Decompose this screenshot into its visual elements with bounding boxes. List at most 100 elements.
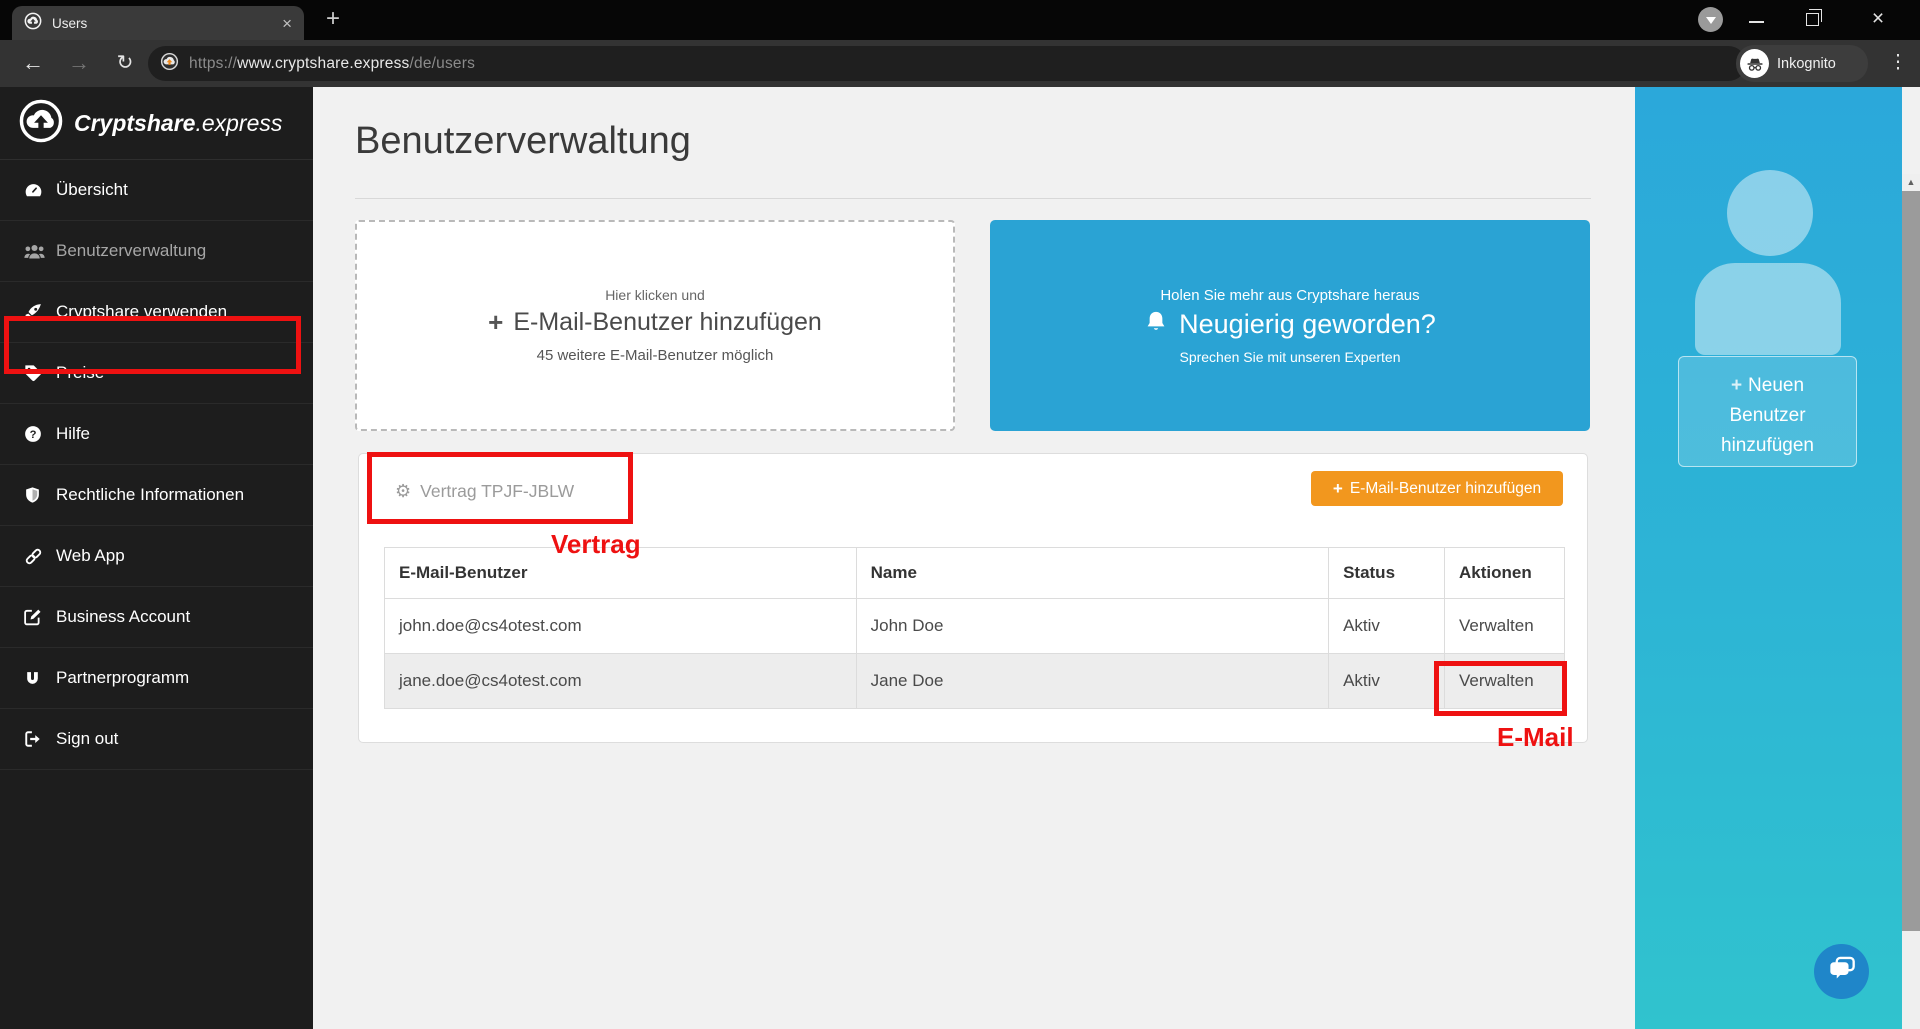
cell-status: Aktiv	[1329, 599, 1445, 654]
sidebar-item-hilfe[interactable]: ? Hilfe	[0, 404, 313, 465]
rocket-icon	[24, 303, 56, 321]
add-panel-line3: 45 weitere E-Mail-Benutzer möglich	[537, 347, 774, 364]
sidebar-item-preise[interactable]: Preise	[0, 343, 313, 404]
cryptshare-favicon-icon	[24, 12, 42, 35]
cell-name: John Doe	[856, 599, 1328, 654]
incognito-badge: Inkognito	[1736, 45, 1868, 82]
table-header-row: E-Mail-Benutzer Name Status Aktionen	[385, 548, 1565, 599]
tab-close-icon[interactable]: ×	[282, 15, 292, 32]
logo-wordmark: Cryptshare.express	[74, 110, 282, 137]
window-close-button[interactable]: ×	[1856, 0, 1900, 38]
sidebar-item-uebersicht[interactable]: Übersicht	[0, 160, 313, 221]
address-bar[interactable]: https://www.cryptshare.express/de/users	[148, 46, 1746, 81]
scroll-up-icon[interactable]: ▲	[1902, 174, 1920, 190]
back-button[interactable]: ←	[14, 44, 52, 82]
users-table: E-Mail-Benutzer Name Status Aktionen joh…	[384, 547, 1565, 709]
table-row: jane.doe@cs4otest.com Jane Doe Aktiv Ver…	[385, 654, 1565, 709]
scrollbar-thumb[interactable]	[1902, 191, 1920, 931]
sidebar-item-benutzerverwaltung[interactable]: Benutzerverwaltung	[0, 221, 313, 282]
manage-user-link[interactable]: Verwalten	[1445, 654, 1565, 709]
promo-panel[interactable]: Holen Sie mehr aus Cryptshare heraus Neu…	[990, 220, 1590, 431]
reload-button[interactable]: ↻	[106, 44, 144, 82]
sidebar-item-sign-out[interactable]: Sign out	[0, 709, 313, 770]
main-content: Benutzerverwaltung Hier klicken und + E-…	[313, 87, 1635, 1029]
sidebar-item-label: Hilfe	[56, 424, 90, 444]
gear-icon: ⚙	[395, 481, 411, 502]
sidebar-item-label: Sign out	[56, 729, 118, 749]
add-email-user-panel[interactable]: Hier klicken und + E-Mail-Benutzer hinzu…	[355, 220, 955, 431]
add-panel-line2: + E-Mail-Benutzer hinzufügen	[488, 307, 822, 338]
contract-label: Vertrag TPJF-JBLW	[420, 481, 574, 502]
window-minimize-button[interactable]	[1749, 21, 1764, 23]
cell-name: Jane Doe	[856, 654, 1328, 709]
tab-title: Users	[52, 16, 87, 31]
plus-icon: +	[1333, 479, 1343, 499]
sidebar-item-web-app[interactable]: Web App	[0, 526, 313, 587]
sign-out-icon	[24, 730, 56, 748]
svg-text:?: ?	[30, 429, 37, 441]
sidebar-item-cryptshare-verwenden[interactable]: Cryptshare verwenden	[0, 282, 313, 343]
cell-email: john.doe@cs4otest.com	[385, 599, 857, 654]
user-silhouette-body	[1695, 263, 1841, 355]
url-host: www.cryptshare.express	[237, 55, 409, 72]
sidebar-item-label: Partnerprogramm	[56, 668, 189, 688]
tag-icon	[24, 364, 56, 382]
sidebar-item-label: Preise	[56, 363, 104, 383]
browser-window: Users × + × ← → ↻ https://www.cryptshare…	[0, 0, 1920, 1029]
chat-widget-button[interactable]	[1814, 944, 1869, 999]
forward-button[interactable]: →	[60, 44, 98, 82]
new-user-line2: Benutzer	[1729, 405, 1805, 426]
header-status: Status	[1329, 548, 1445, 599]
cryptshare-logo[interactable]: Cryptshare.express	[0, 87, 313, 160]
bell-icon	[1144, 310, 1168, 339]
page-content: Cryptshare.express Übersicht Benutzerver…	[0, 87, 1920, 1029]
browser-tab[interactable]: Users ×	[12, 6, 304, 40]
header-actions: Aktionen	[1445, 548, 1565, 599]
new-tab-button[interactable]: +	[318, 4, 348, 34]
sidebar: Cryptshare.express Übersicht Benutzerver…	[0, 87, 313, 1029]
sidebar-item-label: Rechtliche Informationen	[56, 485, 244, 505]
sidebar-item-label: Benutzerverwaltung	[56, 241, 206, 261]
plus-icon: +	[1731, 375, 1742, 396]
chat-bubbles-icon	[1828, 956, 1856, 987]
table-row: john.doe@cs4otest.com John Doe Aktiv Ver…	[385, 599, 1565, 654]
window-restore-button[interactable]	[1806, 13, 1819, 26]
question-icon: ?	[24, 425, 56, 443]
contract-label-row: ⚙ Vertrag TPJF-JBLW	[395, 481, 574, 502]
browser-menu-button[interactable]: ⋮	[1884, 46, 1912, 80]
header-email: E-Mail-Benutzer	[385, 548, 857, 599]
promo-line2: Neugierig geworden?	[1144, 309, 1436, 340]
add-email-user-button[interactable]: + E-Mail-Benutzer hinzufügen	[1311, 471, 1563, 506]
sidebar-item-label: Business Account	[56, 607, 190, 627]
sidebar-item-label: Übersicht	[56, 180, 128, 200]
users-icon	[24, 243, 56, 260]
shield-icon	[24, 486, 56, 504]
sidebar-item-rechtliche-informationen[interactable]: Rechtliche Informationen	[0, 465, 313, 526]
cell-email: jane.doe@cs4otest.com	[385, 654, 857, 709]
browser-update-icon[interactable]	[1698, 7, 1723, 32]
page-scrollbar: ▲ ▼	[1902, 174, 1920, 1029]
sidebar-item-partnerprogramm[interactable]: Partnerprogramm	[0, 648, 313, 709]
magnet-icon	[24, 670, 56, 687]
site-favicon-icon	[160, 52, 179, 76]
promo-line1: Holen Sie mehr aus Cryptshare heraus	[1160, 287, 1419, 304]
url-text: https://www.cryptshare.express/de/users	[189, 55, 475, 73]
add-panel-main-text: E-Mail-Benutzer hinzufügen	[513, 308, 822, 337]
new-user-line3: hinzufügen	[1721, 435, 1814, 456]
sidebar-item-label: Web App	[56, 546, 125, 566]
link-icon	[24, 547, 56, 566]
manage-user-link[interactable]: Verwalten	[1445, 599, 1565, 654]
add-new-user-button[interactable]: +Neuen Benutzer hinzufügen	[1678, 356, 1857, 467]
plus-icon: +	[488, 307, 503, 338]
sidebar-item-business-account[interactable]: Business Account	[0, 587, 313, 648]
down-triangle-icon	[1706, 17, 1716, 24]
incognito-label: Inkognito	[1777, 56, 1836, 72]
logo-suffix: .express	[195, 110, 282, 136]
add-email-user-button-label: E-Mail-Benutzer hinzufügen	[1350, 480, 1541, 498]
promo-main-text: Neugierig geworden?	[1179, 309, 1436, 340]
incognito-icon	[1740, 49, 1769, 78]
sidebar-item-label: Cryptshare verwenden	[56, 302, 227, 322]
page-title: Benutzerverwaltung	[355, 120, 691, 163]
cell-status: Aktiv	[1329, 654, 1445, 709]
user-silhouette-icon	[1727, 170, 1813, 256]
